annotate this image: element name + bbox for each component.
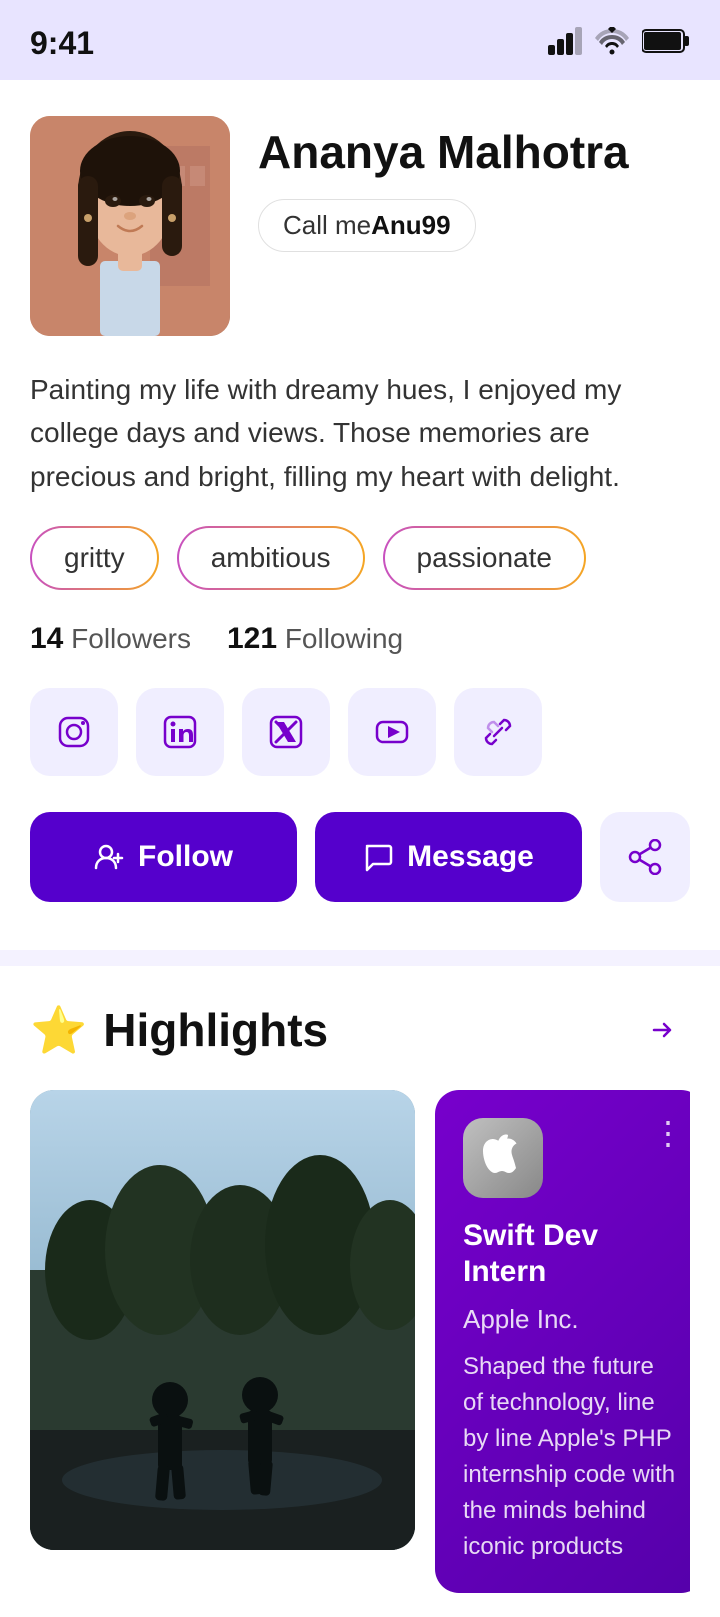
instagram-button[interactable] — [30, 688, 118, 776]
youtube-button[interactable] — [348, 688, 436, 776]
highlights-header: ⭐ Highlights — [30, 1002, 690, 1058]
followers-row: 14 Followers 121 Following — [0, 622, 720, 688]
highlight-card-dance[interactable]: Dance ⋮ — [30, 1090, 415, 1550]
arrow-right-icon — [644, 1012, 680, 1048]
share-button[interactable] — [600, 812, 690, 902]
profile-name: Ananya Malhotra — [258, 126, 690, 179]
tag-gritty[interactable]: gritty — [30, 526, 159, 590]
battery-icon — [642, 28, 690, 59]
message-button[interactable]: Message — [315, 812, 582, 902]
username-handle: Anu99 — [371, 210, 450, 241]
username-badge: Call me Anu99 — [258, 199, 476, 252]
action-row: Follow Message — [0, 812, 720, 950]
highlights-cards: Dance ⋮ — [30, 1090, 690, 1593]
status-icons — [548, 27, 690, 60]
linkedin-icon — [160, 712, 200, 752]
message-icon — [363, 842, 393, 872]
profile-header: Ananya Malhotra Call me Anu99 — [0, 80, 720, 360]
highlights-title: Highlights — [103, 1003, 328, 1057]
twitter-button[interactable] — [242, 688, 330, 776]
highlights-section: ⭐ Highlights Dance ⋮ — [0, 966, 720, 1617]
followers-count[interactable]: 14 Followers — [30, 622, 191, 656]
tags-row: gritty ambitious passionate — [0, 526, 720, 622]
apple-company: Apple Inc. — [463, 1304, 677, 1335]
linkedin-button[interactable] — [136, 688, 224, 776]
section-divider — [0, 950, 720, 966]
link-icon — [478, 712, 518, 752]
apple-card-menu[interactable]: ⋮ — [652, 1114, 685, 1152]
social-row — [0, 688, 720, 812]
profile-bio: Painting my life with dreamy hues, I enj… — [0, 360, 720, 526]
youtube-icon — [372, 712, 412, 752]
username-prefix: Call me — [283, 210, 371, 241]
tag-passionate[interactable]: passionate — [383, 526, 586, 590]
apple-desc: Shaped the future of technology, line by… — [463, 1349, 677, 1565]
avatar — [30, 116, 230, 336]
follow-button[interactable]: Follow — [30, 812, 297, 902]
tag-ambitious[interactable]: ambitious — [177, 526, 365, 590]
follow-icon — [94, 842, 124, 872]
following-count[interactable]: 121 Following — [227, 622, 403, 656]
main-content: Ananya Malhotra Call me Anu99 Painting m… — [0, 80, 720, 950]
star-icon: ⭐ — [30, 1007, 87, 1053]
highlights-arrow-button[interactable] — [634, 1002, 690, 1058]
wifi-icon — [594, 27, 630, 60]
instagram-icon — [54, 712, 94, 752]
signal-icon — [548, 27, 582, 60]
avatar-wrapper — [30, 116, 230, 336]
follow-label: Follow — [138, 840, 233, 874]
status-time: 9:41 — [30, 25, 94, 62]
share-icon — [627, 839, 663, 875]
apple-svg-icon — [478, 1133, 528, 1183]
apple-logo-wrapper — [463, 1118, 543, 1198]
profile-info: Ananya Malhotra Call me Anu99 — [258, 116, 690, 252]
link-button[interactable] — [454, 688, 542, 776]
apple-job-title: Swift Dev Intern — [463, 1218, 677, 1290]
highlight-card-apple[interactable]: ⋮ Swift Dev Intern Apple Inc. Shaped the… — [435, 1090, 690, 1593]
highlights-title-group: ⭐ Highlights — [30, 1003, 328, 1057]
message-label: Message — [407, 840, 534, 874]
twitter-icon — [266, 712, 306, 752]
status-bar: 9:41 — [0, 0, 720, 80]
